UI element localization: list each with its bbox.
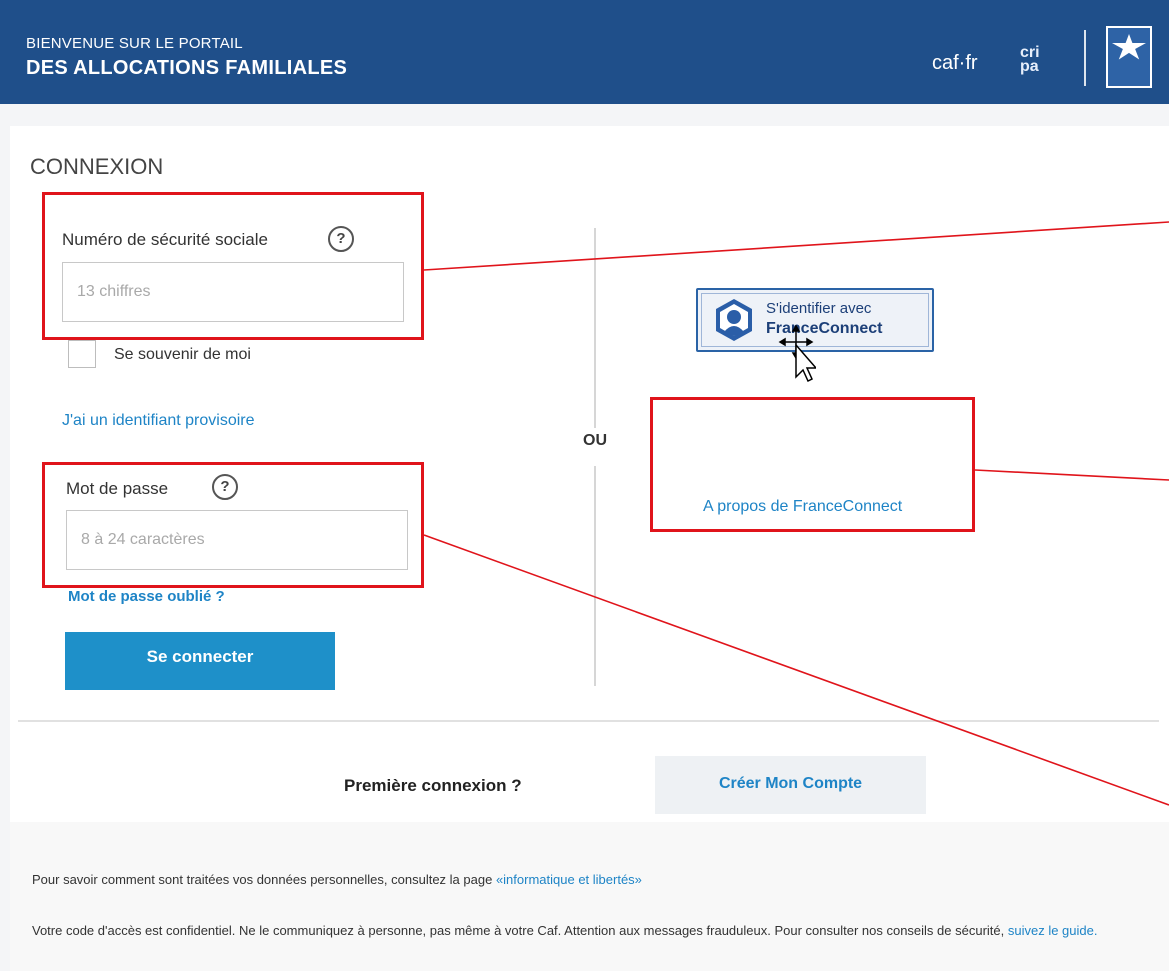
- or-separator: OU: [583, 432, 607, 449]
- provisional-id-link[interactable]: J'ai un identifiant provisoire: [62, 412, 255, 430]
- security-guide-link[interactable]: suivez le guide.: [1008, 923, 1098, 938]
- security-notice: Votre code d'accès est confidentiel. Ne …: [32, 922, 1142, 940]
- securite-sociale-logo[interactable]: [1106, 26, 1152, 88]
- annotation-box-password: [42, 462, 424, 588]
- site-header: BIENVENUE SUR LE PORTAIL DES ALLOCATIONS…: [0, 0, 1169, 104]
- first-connection-label: Première connexion ?: [344, 776, 522, 795]
- privacy-notice: Pour savoir comment sont traitées vos do…: [32, 872, 642, 887]
- footer-area: [10, 822, 1169, 971]
- create-account-button[interactable]: Créer Mon Compte: [655, 756, 926, 814]
- privacy-text: Pour savoir comment sont traitées vos do…: [32, 872, 496, 887]
- annotation-box-franceconnect: [650, 397, 975, 532]
- annotation-box-ssn: [42, 192, 424, 340]
- login-button[interactable]: Se connecter: [65, 632, 335, 690]
- section-divider: [18, 720, 1159, 722]
- remember-me-label: Se souvenir de moi: [114, 346, 251, 363]
- header-title: DES ALLOCATIONS FAMILIALES: [26, 57, 348, 79]
- franceconnect-line1: S'identifier avec: [766, 300, 872, 317]
- franceconnect-logo-icon: [716, 299, 752, 341]
- vertical-divider-top: [594, 228, 596, 428]
- cripa-logo[interactable]: cri pa: [1020, 45, 1040, 75]
- vertical-divider-bottom: [594, 466, 596, 686]
- header-divider: [1084, 30, 1086, 86]
- forgot-password-link[interactable]: Mot de passe oublié ?: [68, 588, 225, 605]
- privacy-link[interactable]: «informatique et libertés»: [496, 872, 642, 887]
- move-cursor-icon: [778, 325, 816, 383]
- page-title: CONNEXION: [30, 154, 164, 179]
- remember-me-checkbox[interactable]: [68, 340, 96, 368]
- security-text: Votre code d'accès est confidentiel. Ne …: [32, 923, 1008, 938]
- cripa-logo-bottom: pa: [1020, 58, 1039, 75]
- caf-fr-logo[interactable]: caf·fr: [932, 52, 978, 75]
- header-welcome-line: BIENVENUE SUR LE PORTAIL: [26, 35, 243, 52]
- snowflake-emblem-icon: [1112, 34, 1146, 60]
